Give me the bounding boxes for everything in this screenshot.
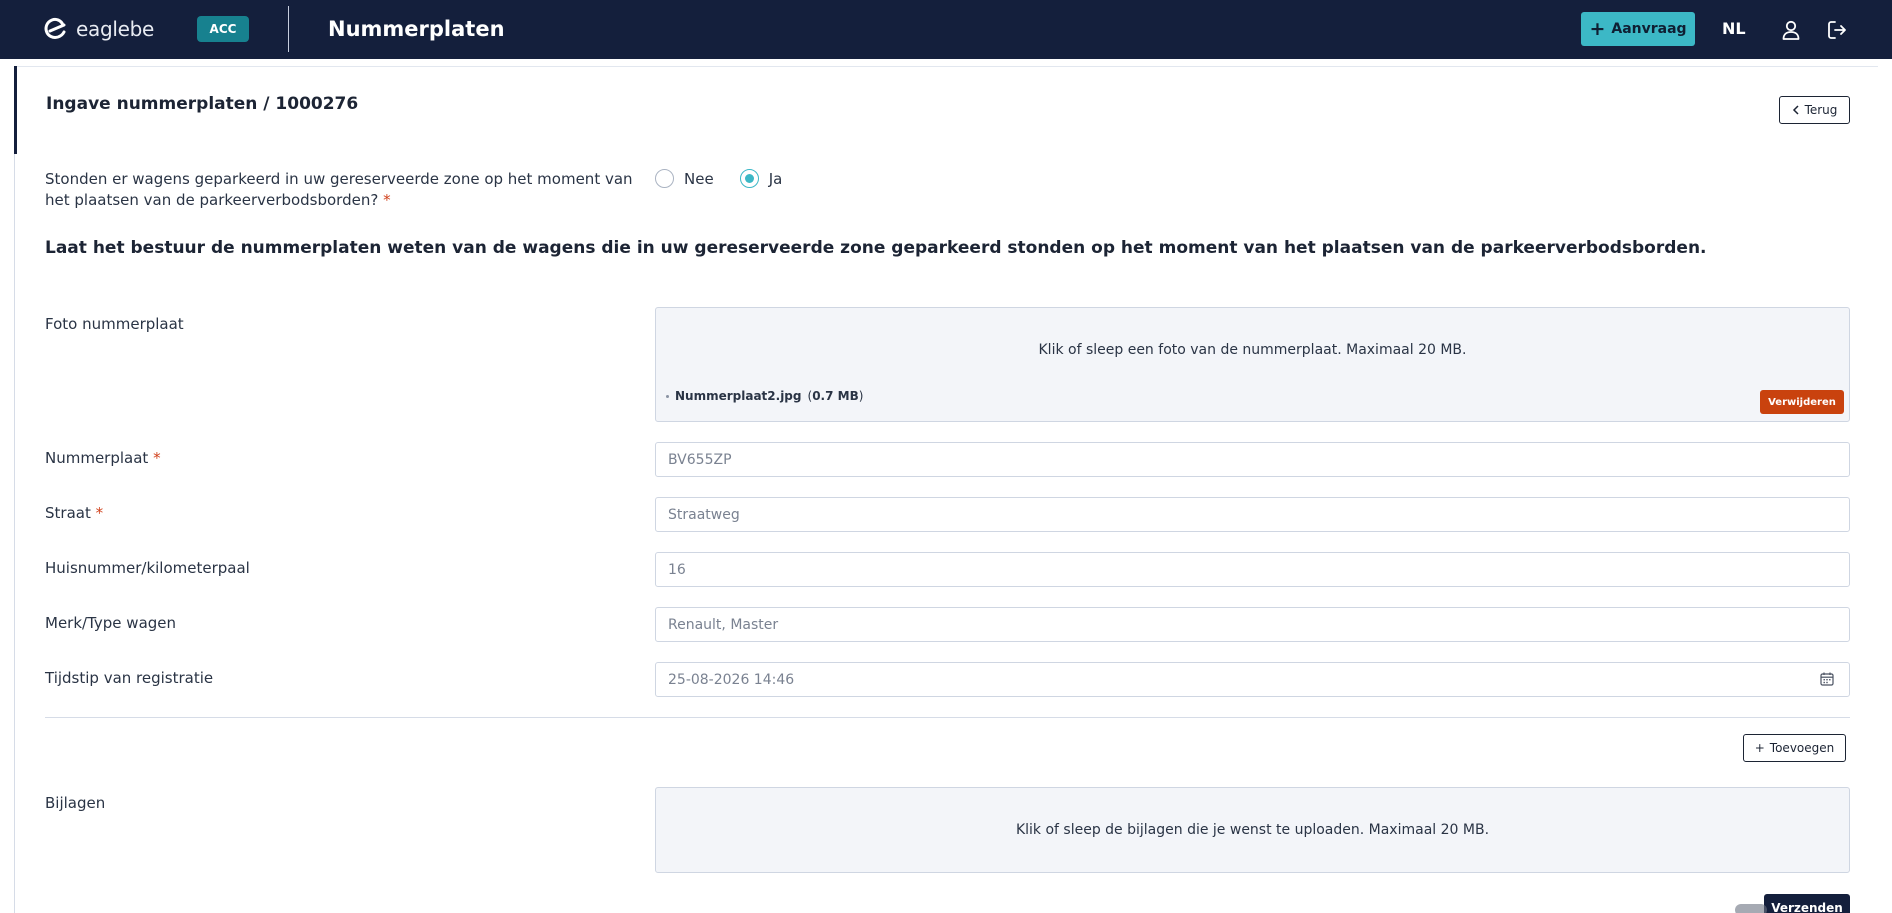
card-accent-bar [14,66,17,154]
section-divider [45,717,1850,718]
photo-dropzone[interactable]: Klik of sleep een foto van de nummerplaa… [655,307,1850,422]
radio-ja-label: Ja [768,169,783,188]
required-marker: * [95,504,104,522]
plate-input[interactable] [655,442,1850,477]
uploaded-file: Nummerplaat2.jpg (0.7 MB) [666,389,863,403]
required-marker: * [383,191,391,209]
street-label-text: Straat [45,504,91,522]
app-title: Nummerplaten [328,17,505,41]
radio-ja[interactable] [739,169,759,188]
registered-at-input[interactable] [655,662,1850,697]
calendar-icon[interactable] [1820,672,1834,686]
logout-icon[interactable] [1826,19,1848,41]
registered-at-label: Tijdstip van registratie [45,669,214,687]
floating-scroll-indicator [1735,904,1767,913]
environment-badge: ACC [197,16,249,42]
radio-nee-label: Nee [684,169,714,188]
back-label: Terug [1804,103,1838,117]
file-size: 0.7 MB [812,389,859,403]
page-title: Ingave nummerplaten / 1000276 [46,94,359,114]
user-icon[interactable] [1780,19,1802,41]
photo-dropzone-text: Klik of sleep een foto van de nummerplaa… [1038,342,1467,358]
file-name: Nummerplaat2.jpg [675,389,802,403]
eaglebe-logo[interactable]: eaglebe [42,16,154,42]
house-number-label: Huisnummer/kilometerpaal [45,559,250,577]
back-button[interactable]: Terug [1779,96,1850,124]
remove-file-button[interactable]: Verwijderen [1760,390,1844,414]
language-switcher[interactable]: NL [1722,19,1746,38]
make-model-input[interactable] [655,607,1850,642]
make-model-label: Merk/Type wagen [45,614,177,632]
radio-option-nee[interactable]: Nee [655,169,714,188]
instruction-text: Laat het bestuur de nummerplaten weten v… [45,238,1707,258]
question-text: Stonden er wagens geparkeerd in uw geres… [45,170,633,209]
attachments-dropzone-text: Klik of sleep de bijlagen die je wenst t… [1015,822,1490,838]
parked-cars-question: Stonden er wagens geparkeerd in uw geres… [45,169,645,211]
attachments-dropzone[interactable]: Klik of sleep de bijlagen die je wenst t… [655,787,1850,873]
plate-label: Nummerplaat * [45,449,161,467]
parked-cars-radio-group: Nee Ja [655,169,808,188]
street-input[interactable] [655,497,1850,532]
header-divider [288,6,289,52]
radio-option-ja[interactable]: Ja [739,169,783,188]
required-marker: * [153,449,161,467]
top-navigation-bar: eaglebe ACC Nummerplaten + Aanvraag NL [0,0,1892,59]
house-number-input[interactable] [655,552,1850,587]
photo-label: Foto nummerplaat [45,315,184,333]
add-plate-label: Toevoegen [1769,741,1835,755]
attachments-label: Bijlagen [45,794,106,812]
new-request-label: Aanvraag [1611,21,1687,37]
file-size-wrapper: (0.7 MB) [807,389,864,403]
plus-icon: + [1754,741,1765,755]
radio-nee[interactable] [655,169,674,188]
submit-button[interactable]: Verzenden [1764,894,1850,913]
file-bullet [666,394,669,398]
plate-label-text: Nummerplaat [45,449,149,467]
add-plate-button[interactable]: + Toevoegen [1743,734,1846,762]
new-request-button[interactable]: + Aanvraag [1581,12,1695,46]
eaglebe-logo-icon [44,17,66,39]
street-label: Straat * [45,504,103,522]
logo-text: eaglebe [76,17,155,41]
plus-icon: + [1589,17,1606,40]
chevron-left-icon [1792,105,1799,115]
